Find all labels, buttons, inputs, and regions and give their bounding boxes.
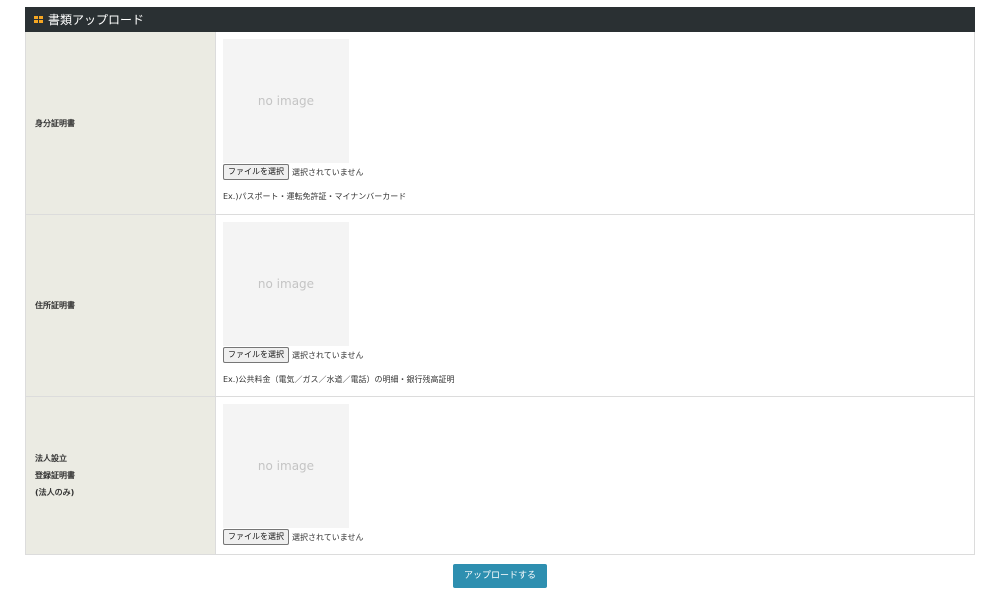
- row-label-line: 登録証明書: [35, 471, 75, 480]
- row-label-line: (法人のみ): [35, 488, 75, 497]
- example-text: Ex.)パスポート・運転免許証・マイナンバーカード: [223, 192, 407, 201]
- example-text: Ex.)公共料金（電気／ガス／水道／電話）の明細・銀行残高証明: [223, 375, 455, 384]
- submit-area: アップロードする: [0, 563, 1000, 588]
- upload-submit-button[interactable]: アップロードする: [453, 564, 547, 588]
- row-label-line: 法人設立: [35, 454, 67, 463]
- row-identity-document: 身分証明書 no image ファイルを選択 選択されていません Ex.)パスポ…: [26, 32, 974, 214]
- no-image-text: no image: [257, 277, 315, 291]
- grid-icon: [34, 15, 43, 24]
- file-status: 選択されていません: [292, 350, 364, 360]
- row-corporate-registration: 法人設立 登録証明書 (法人のみ) no image ファイルを選択 選択されて…: [26, 396, 974, 554]
- panel-title: 書類アップロード: [48, 13, 145, 27]
- file-status: 選択されていません: [292, 532, 364, 542]
- row-label-line: 住所証明書: [35, 301, 75, 310]
- no-image-text: no image: [257, 459, 315, 473]
- file-status: 選択されていません: [292, 167, 364, 177]
- choose-file-button[interactable]: ファイルを選択: [223, 164, 289, 180]
- row-label: 法人設立 登録証明書 (法人のみ): [26, 397, 215, 554]
- row-address-document: 住所証明書 no image ファイルを選択 選択されていません Ex.)公共料…: [26, 214, 974, 396]
- row-value: no image ファイルを選択 選択されていません Ex.)パスポート・運転免…: [215, 32, 974, 214]
- image-preview: no image: [223, 222, 349, 346]
- row-label: 住所証明書: [26, 215, 215, 396]
- choose-file-button[interactable]: ファイルを選択: [223, 529, 289, 545]
- image-preview: no image: [223, 404, 349, 528]
- no-image-text: no image: [257, 94, 315, 108]
- upload-form-table: 身分証明書 no image ファイルを選択 選択されていません Ex.)パスポ…: [25, 32, 975, 555]
- row-label-line: 身分証明書: [35, 118, 75, 128]
- row-value: no image ファイルを選択 選択されていません Ex.)公共料金（電気／ガ…: [215, 215, 974, 396]
- row-value: no image ファイルを選択 選択されていません: [215, 397, 974, 554]
- row-label: 身分証明書: [26, 32, 215, 214]
- choose-file-button[interactable]: ファイルを選択: [223, 347, 289, 363]
- document-upload-panel: 書類アップロード 身分証明書 no image ファイルを選択 選択されていませ…: [25, 7, 975, 555]
- image-preview: no image: [223, 39, 349, 163]
- panel-header: 書類アップロード: [25, 7, 975, 32]
